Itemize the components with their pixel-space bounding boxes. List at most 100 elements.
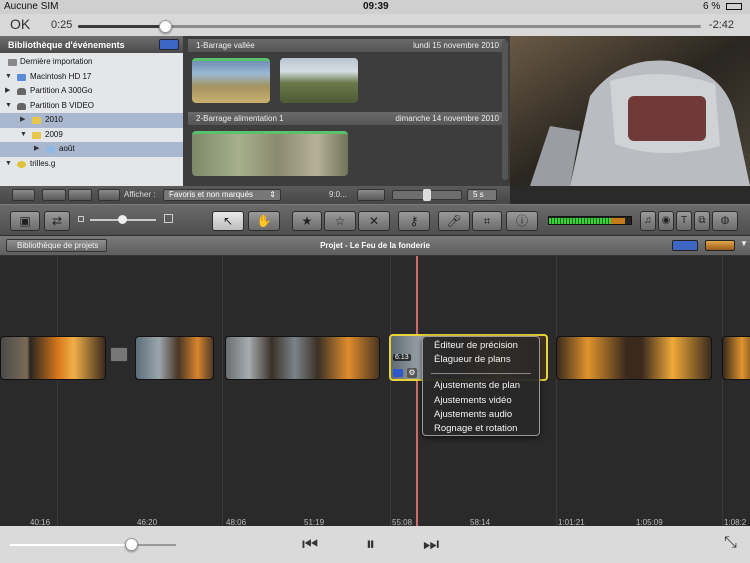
timeline-clip[interactable] [225, 336, 380, 380]
menu-item-video-adjustments[interactable]: Ajustements vidéo [434, 395, 512, 406]
volume-thumb[interactable] [125, 538, 139, 551]
clip-size-slider[interactable] [78, 214, 174, 227]
disclosure-triangle[interactable]: ▶ [5, 84, 10, 99]
chevron-updown-icon: ⇕ [269, 190, 276, 199]
grid-line [722, 256, 723, 526]
play-button[interactable] [68, 189, 92, 201]
menu-item-crop-rotate[interactable]: Rognage et rotation [434, 423, 517, 434]
crop-button[interactable]: ⌗ [472, 211, 502, 231]
transitions-browser-button[interactable]: ⧉ [694, 211, 710, 231]
tree-item-2010[interactable]: ▶ 2010 [0, 113, 183, 128]
hand-icon: ✋ [256, 214, 272, 228]
disclosure-triangle[interactable]: ▶ [20, 113, 25, 128]
disclosure-triangle[interactable]: ▼ [20, 128, 27, 143]
menu-separator [431, 373, 531, 374]
tree-item-partition-a[interactable]: ▶ Partition A 300Go [0, 84, 183, 99]
reject-button[interactable]: ✕ [358, 211, 390, 231]
gear-icon[interactable]: ⚙︎ [407, 368, 417, 378]
star-outline-icon: ☆ [334, 214, 346, 228]
thumbnail-size-slider[interactable] [392, 189, 462, 201]
menu-item-clip-adjustments[interactable]: Ajustements de plan [434, 380, 520, 391]
action-menu-icon[interactable] [393, 369, 403, 377]
transition-icon[interactable] [110, 347, 128, 362]
camera-import-button[interactable]: ▣ [10, 211, 40, 231]
microphone-icon: 🎤︎ [446, 214, 462, 228]
project-title: Projet - Le Feu de la fonderie [320, 241, 430, 250]
carrier-label: Aucune SIM [4, 1, 59, 12]
hard-disk-icon [17, 102, 26, 110]
disclosure-triangle[interactable]: ▶ [34, 142, 39, 157]
event-title: 2-Barrage alimentation 1 [196, 114, 284, 123]
tree-item-label: Macintosh HD 17 [30, 71, 92, 81]
search-button[interactable] [98, 189, 120, 201]
event-header[interactable]: 1-Barrage vallée lundi 15 novembre 2010 [188, 39, 505, 52]
battery-percent: 6 % [702, 1, 721, 12]
timeline-clip[interactable] [722, 336, 750, 380]
select-tool-button[interactable]: ↖ [212, 211, 244, 231]
favorite-button[interactable]: ★ [292, 211, 322, 231]
titles-browser-button[interactable]: T [676, 211, 692, 231]
collapse-button[interactable]: ⤡ [724, 534, 737, 552]
waveform-toggle[interactable] [357, 189, 385, 201]
timeline-clip[interactable] [0, 336, 106, 380]
tree-item-partition-b[interactable]: ▼ Partition B VIDEO [0, 99, 183, 114]
maps-browser-button[interactable]: ◍ [712, 211, 738, 231]
thumb-duration-field[interactable]: 5 s [467, 189, 497, 201]
import-icon [8, 59, 17, 66]
event-library-panel: Bibliothèque d'événements Dernière impor… [0, 36, 183, 186]
view-toggle-button[interactable] [159, 39, 179, 50]
event-browser-toolbar: Afficher : Favoris et non marqués ⇕ 9:0.… [0, 186, 510, 204]
rewind-button[interactable]: ⏮ [302, 534, 318, 555]
event-clip-thumbnail[interactable] [280, 58, 358, 103]
keyword-button[interactable]: ⚷ [398, 211, 430, 231]
thumb-duration-value: 5 s [473, 190, 484, 199]
voiceover-button[interactable]: 🎤︎ [438, 211, 470, 231]
app-root: Aucune SIM 09:39 6 % OK 0:25 -2:42 Bibli… [0, 0, 750, 563]
tree-item-aout[interactable]: ▶ août [0, 142, 183, 157]
tree-item-2009[interactable]: ▼ 2009 [0, 128, 183, 143]
slider-thumb[interactable] [423, 189, 431, 201]
playback-scrubber[interactable] [78, 20, 701, 33]
event-clip-thumbnail[interactable] [192, 58, 270, 103]
done-button[interactable]: OK [10, 16, 30, 32]
tree-item-label: Dernière importation [20, 57, 93, 66]
volume-slider[interactable] [10, 538, 176, 551]
tree-item-trilles[interactable]: ▼ trilles.g [0, 157, 183, 172]
menu-item-precision-editor[interactable]: Éditeur de précision [434, 340, 518, 351]
unmark-button[interactable]: ☆ [324, 211, 356, 231]
timeline-clip[interactable] [556, 336, 712, 380]
folder-icon [32, 131, 41, 139]
disclosure-triangle[interactable]: ▼ [5, 70, 12, 85]
music-note-icon: ♫ [644, 215, 652, 226]
playhead[interactable] [416, 256, 418, 526]
chevron-down-icon[interactable]: ▼ [740, 239, 748, 248]
scrubber-thumb[interactable] [159, 20, 173, 33]
view-mode-button[interactable] [672, 240, 698, 251]
add-event-button[interactable] [12, 189, 35, 201]
tree-item-macintosh-hd[interactable]: ▼ Macintosh HD 17 [0, 70, 183, 85]
event-header[interactable]: 2-Barrage alimentation 1 dimanche 14 nov… [188, 112, 505, 125]
slider-thumb[interactable] [118, 215, 127, 224]
disclosure-triangle[interactable]: ▼ [5, 157, 12, 172]
music-browser-button[interactable]: ♫ [640, 211, 656, 231]
event-clip-thumbnail[interactable] [192, 131, 348, 176]
menu-item-clip-trimmer[interactable]: Élagueur de plans [434, 354, 511, 365]
inspector-button[interactable]: ⓘ [506, 211, 538, 231]
swap-button[interactable]: ⇄ [44, 211, 70, 231]
player-top-bar: OK 0:25 -2:42 [0, 14, 750, 36]
event-title: 1-Barrage vallée [196, 41, 255, 50]
play-full-screen-button[interactable] [42, 189, 66, 201]
events-scrollbar[interactable] [502, 40, 508, 180]
tree-item-last-import[interactable]: Dernière importation [0, 55, 183, 70]
theme-button[interactable] [705, 240, 735, 251]
menu-item-audio-adjustments[interactable]: Ajustements audio [434, 409, 512, 420]
hand-tool-button[interactable]: ✋ [248, 211, 280, 231]
event-date: dimanche 14 novembre 2010 [395, 114, 499, 123]
timeline-clip[interactable] [135, 336, 214, 380]
project-timeline[interactable]: 40:16 46:20 48:06 51:19 55:08 58:14 1:01… [0, 256, 750, 527]
pause-button[interactable]: ⏸ [366, 534, 375, 555]
photo-browser-button[interactable]: ◉ [658, 211, 674, 231]
disclosure-triangle[interactable]: ▼ [5, 99, 12, 114]
fast-forward-button[interactable]: ⏭ [423, 534, 439, 555]
filter-select[interactable]: Favoris et non marqués ⇕ [163, 189, 281, 201]
